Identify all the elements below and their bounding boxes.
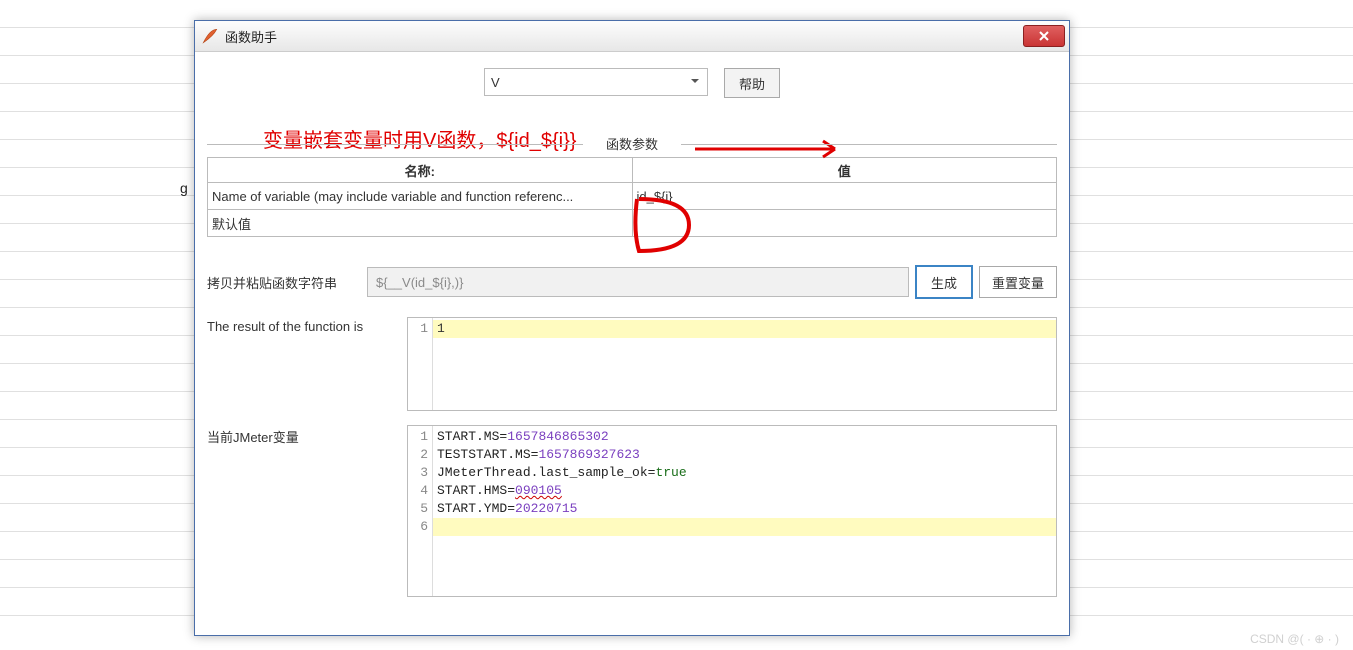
param-name-0: Name of variable (may include variable a… bbox=[208, 183, 633, 209]
table-row[interactable]: 默认值 bbox=[208, 210, 1056, 236]
background-label: g bbox=[180, 180, 188, 196]
param-value-0[interactable]: id_${i} bbox=[633, 183, 1057, 209]
params-group-label: 函数参数 bbox=[606, 137, 658, 152]
param-value-1[interactable] bbox=[633, 210, 1057, 236]
copy-paste-label: 拷贝并粘贴函数字符串 bbox=[207, 273, 361, 292]
function-select[interactable]: V bbox=[484, 68, 708, 96]
reset-vars-button[interactable]: 重置变量 bbox=[979, 266, 1057, 298]
jmeter-vars-box[interactable]: 123456 START.MS=1657846865302TESTSTART.M… bbox=[407, 425, 1057, 597]
reset-vars-button-label: 重置变量 bbox=[992, 273, 1044, 292]
function-helper-window: 函数助手 V 帮助 变量嵌套变量时用V函数，${id_${i}} 函数 bbox=[194, 20, 1070, 636]
window-title: 函数助手 bbox=[225, 27, 277, 46]
params-header-value: 值 bbox=[633, 157, 1057, 183]
result-label: The result of the function is bbox=[207, 317, 407, 411]
help-button-label: 帮助 bbox=[739, 74, 765, 93]
generate-button[interactable]: 生成 bbox=[915, 265, 973, 299]
function-string-field[interactable]: ${__V(id_${i},)} bbox=[367, 267, 909, 297]
result-line-1: 1 bbox=[433, 320, 1056, 338]
chevron-down-icon bbox=[689, 75, 701, 90]
params-header-name: 名称: bbox=[208, 157, 633, 183]
close-button[interactable] bbox=[1023, 25, 1065, 47]
titlebar[interactable]: 函数助手 bbox=[195, 21, 1069, 52]
watermark: CSDN @( · ⊕ · ) bbox=[1250, 632, 1339, 646]
function-select-value: V bbox=[491, 75, 500, 90]
params-table: 名称: 值 Name of variable (may include vari… bbox=[207, 157, 1057, 237]
feather-icon bbox=[201, 27, 219, 45]
table-row[interactable]: Name of variable (may include variable a… bbox=[208, 183, 1056, 210]
result-box[interactable]: 1 1 bbox=[407, 317, 1057, 411]
param-name-1: 默认值 bbox=[208, 210, 633, 236]
generate-button-label: 生成 bbox=[931, 273, 957, 292]
jmeter-vars-label: 当前JMeter变量 bbox=[207, 425, 407, 597]
help-button[interactable]: 帮助 bbox=[724, 68, 780, 98]
